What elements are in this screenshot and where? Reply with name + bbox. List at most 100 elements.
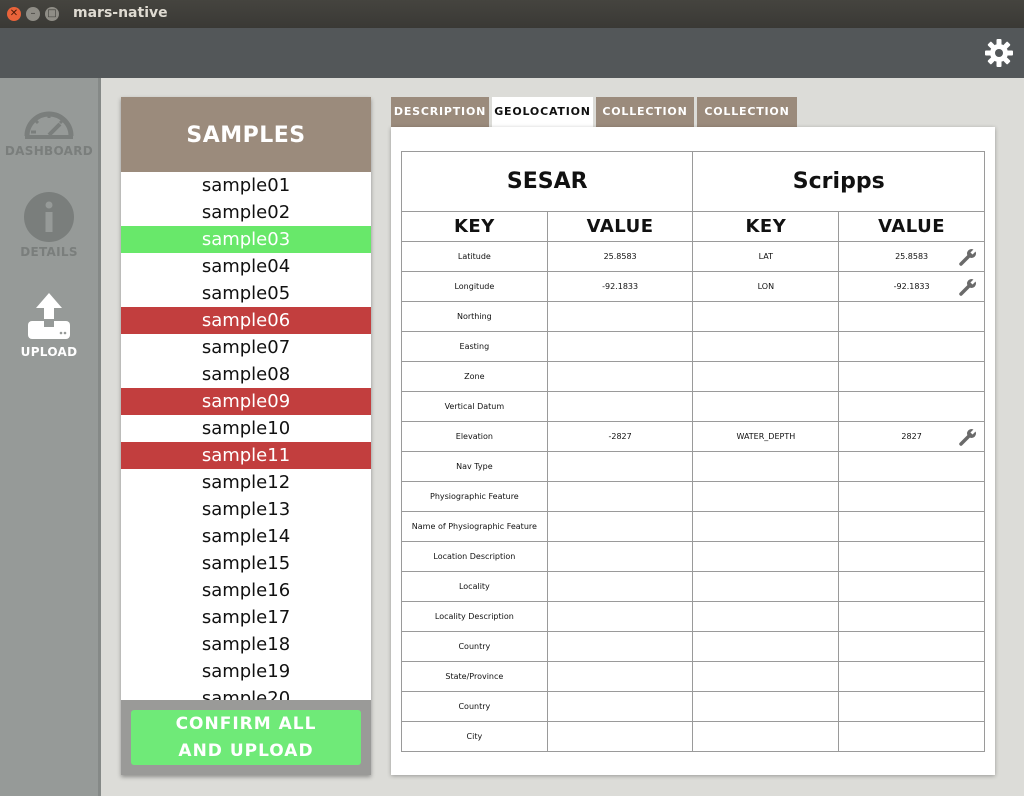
sesar-value-cell [546, 541, 694, 572]
sesar-value-cell-text: -92.1833 [602, 282, 639, 291]
sesar-value-cell-text: -2827 [608, 432, 632, 441]
scripps-key-cell: LAT [692, 241, 840, 272]
sample-list-item[interactable]: sample05 [121, 280, 371, 307]
sesar-key-cell-text: Location Description [433, 552, 516, 561]
window-title: mars-native [73, 5, 168, 21]
table-row: Locality [401, 571, 985, 602]
sample-list-item[interactable]: sample09 [121, 388, 371, 415]
confirm-label-line1: CONFIRM ALL [175, 714, 317, 734]
confirm-upload-button[interactable]: CONFIRM ALL AND UPLOAD [131, 710, 361, 765]
nav-item-upload[interactable]: UPLOAD [0, 291, 98, 359]
sesar-key-cell-text: Latitude [457, 252, 491, 261]
sesar-value-cell [546, 301, 694, 332]
sesar-key-cell-text: Longitude [454, 282, 495, 291]
scripps-value-cell [838, 301, 985, 332]
sample-list-item[interactable]: sample18 [121, 631, 371, 658]
sample-list-item[interactable]: sample17 [121, 604, 371, 631]
column-header-sesar-value: VALUE [546, 211, 694, 242]
tab-collection-2[interactable]: COLLECTION [697, 97, 797, 127]
sample-list-item[interactable]: sample04 [121, 253, 371, 280]
sample-list-item[interactable]: sample08 [121, 361, 371, 388]
table-row: Location Description [401, 541, 985, 572]
sesar-value-cell [546, 691, 694, 722]
sample-list-item[interactable]: sample15 [121, 550, 371, 577]
sample-list-item[interactable]: sample03 [121, 226, 371, 253]
table-row: Zone [401, 361, 985, 392]
sesar-value-cell [546, 481, 694, 512]
sesar-value-cell [546, 571, 694, 602]
sesar-key-cell: Longitude [401, 271, 548, 302]
gear-icon[interactable] [984, 38, 1014, 68]
sesar-key-cell-text: Country [458, 702, 491, 711]
sesar-key-cell-text: Northing [456, 312, 492, 321]
scripps-value-cell [838, 631, 985, 662]
sample-list-item[interactable]: sample13 [121, 496, 371, 523]
tab-collection[interactable]: COLLECTION [596, 97, 694, 127]
scripps-key-cell [692, 391, 840, 422]
table-row: City [401, 721, 985, 752]
samples-panel: SAMPLES sample01 sample02 sample03 sample04… [121, 97, 371, 775]
scripps-value-cell [838, 391, 985, 422]
scripps-value-cell [838, 511, 985, 542]
scripps-key-cell [692, 541, 840, 572]
sesar-value-cell-text: 25.8583 [603, 252, 637, 261]
scripps-key-cell-text: LAT [758, 252, 774, 261]
table-row: Northing [401, 301, 985, 332]
group-header-sesar: SESAR [400, 151, 694, 212]
sample-list-item[interactable]: sample14 [121, 523, 371, 550]
upload-icon [28, 293, 70, 339]
sesar-key-cell-text: Locality Description [434, 612, 514, 621]
table-row: Easting [401, 331, 985, 362]
window-minimize-button[interactable]: – [26, 7, 40, 21]
tab-description[interactable]: DESCRIPTION [391, 97, 489, 127]
table-row: Nav Type [401, 451, 985, 482]
table-row: Country [401, 691, 985, 722]
sample-list-item[interactable]: sample06 [121, 307, 371, 334]
sample-list-item[interactable]: sample12 [121, 469, 371, 496]
nav-item-dashboard[interactable]: DASHBOARD [0, 102, 98, 158]
sesar-value-cell [546, 661, 694, 692]
tab-geolocation[interactable]: GEOLOCATION [492, 97, 593, 127]
sample-list[interactable]: sample01 sample02 sample03 sample04 sample05… [121, 172, 371, 700]
group-header-scripps: Scripps [692, 151, 985, 212]
sample-list-item[interactable]: sample02 [121, 199, 371, 226]
window-close-button[interactable]: ✕ [7, 7, 21, 21]
sesar-value-cell: -2827 [546, 421, 694, 452]
wrench-icon[interactable] [958, 277, 978, 297]
wrench-icon[interactable] [958, 427, 978, 447]
sample-list-item[interactable]: sample16 [121, 577, 371, 604]
sample-list-item[interactable]: sample01 [121, 172, 371, 199]
table-row: Longitude -92.1833 LON -92.1833 [401, 271, 985, 302]
sample-list-item[interactable]: sample07 [121, 334, 371, 361]
info-icon [24, 192, 74, 242]
window-maximize-button[interactable]: □ [45, 7, 59, 21]
wrench-icon[interactable] [958, 247, 978, 267]
sesar-key-cell-text: Country [458, 642, 491, 651]
scripps-value-cell [838, 691, 985, 722]
scripps-value-cell [838, 331, 985, 362]
window-titlebar: ✕ – □ mars-native [0, 0, 1024, 28]
sample-list-item[interactable]: sample10 [121, 415, 371, 442]
sesar-value-cell [546, 361, 694, 392]
table-row: Latitude 25.8583 LAT 25.8583 [401, 241, 985, 272]
sample-list-item[interactable]: sample19 [121, 658, 371, 685]
scripps-value-cell [838, 541, 985, 572]
sesar-key-cell: State/Province [401, 661, 548, 692]
sesar-key-cell-text: Easting [459, 342, 490, 351]
nav-label-dashboard: DASHBOARD [4, 144, 94, 158]
sesar-key-cell-text: Name of Physiographic Feature [411, 522, 537, 531]
sesar-value-cell [546, 451, 694, 482]
sample-list-item[interactable]: sample20 [121, 685, 371, 700]
sesar-key-cell: Zone [401, 361, 548, 392]
table-row: Locality Description [401, 601, 985, 632]
sesar-key-cell: Easting [401, 331, 548, 362]
nav-item-details[interactable]: DETAILS [0, 191, 98, 259]
scripps-value-cell [838, 721, 985, 752]
sesar-key-cell-text: Vertical Datum [444, 402, 505, 411]
scripps-key-cell [692, 331, 840, 362]
sesar-value-cell [546, 721, 694, 752]
column-header-scripps-value: VALUE [838, 211, 985, 242]
scripps-value-cell-text: 25.8583 [895, 252, 929, 261]
sesar-key-cell-text: Physiographic Feature [430, 492, 519, 501]
sample-list-item[interactable]: sample11 [121, 442, 371, 469]
